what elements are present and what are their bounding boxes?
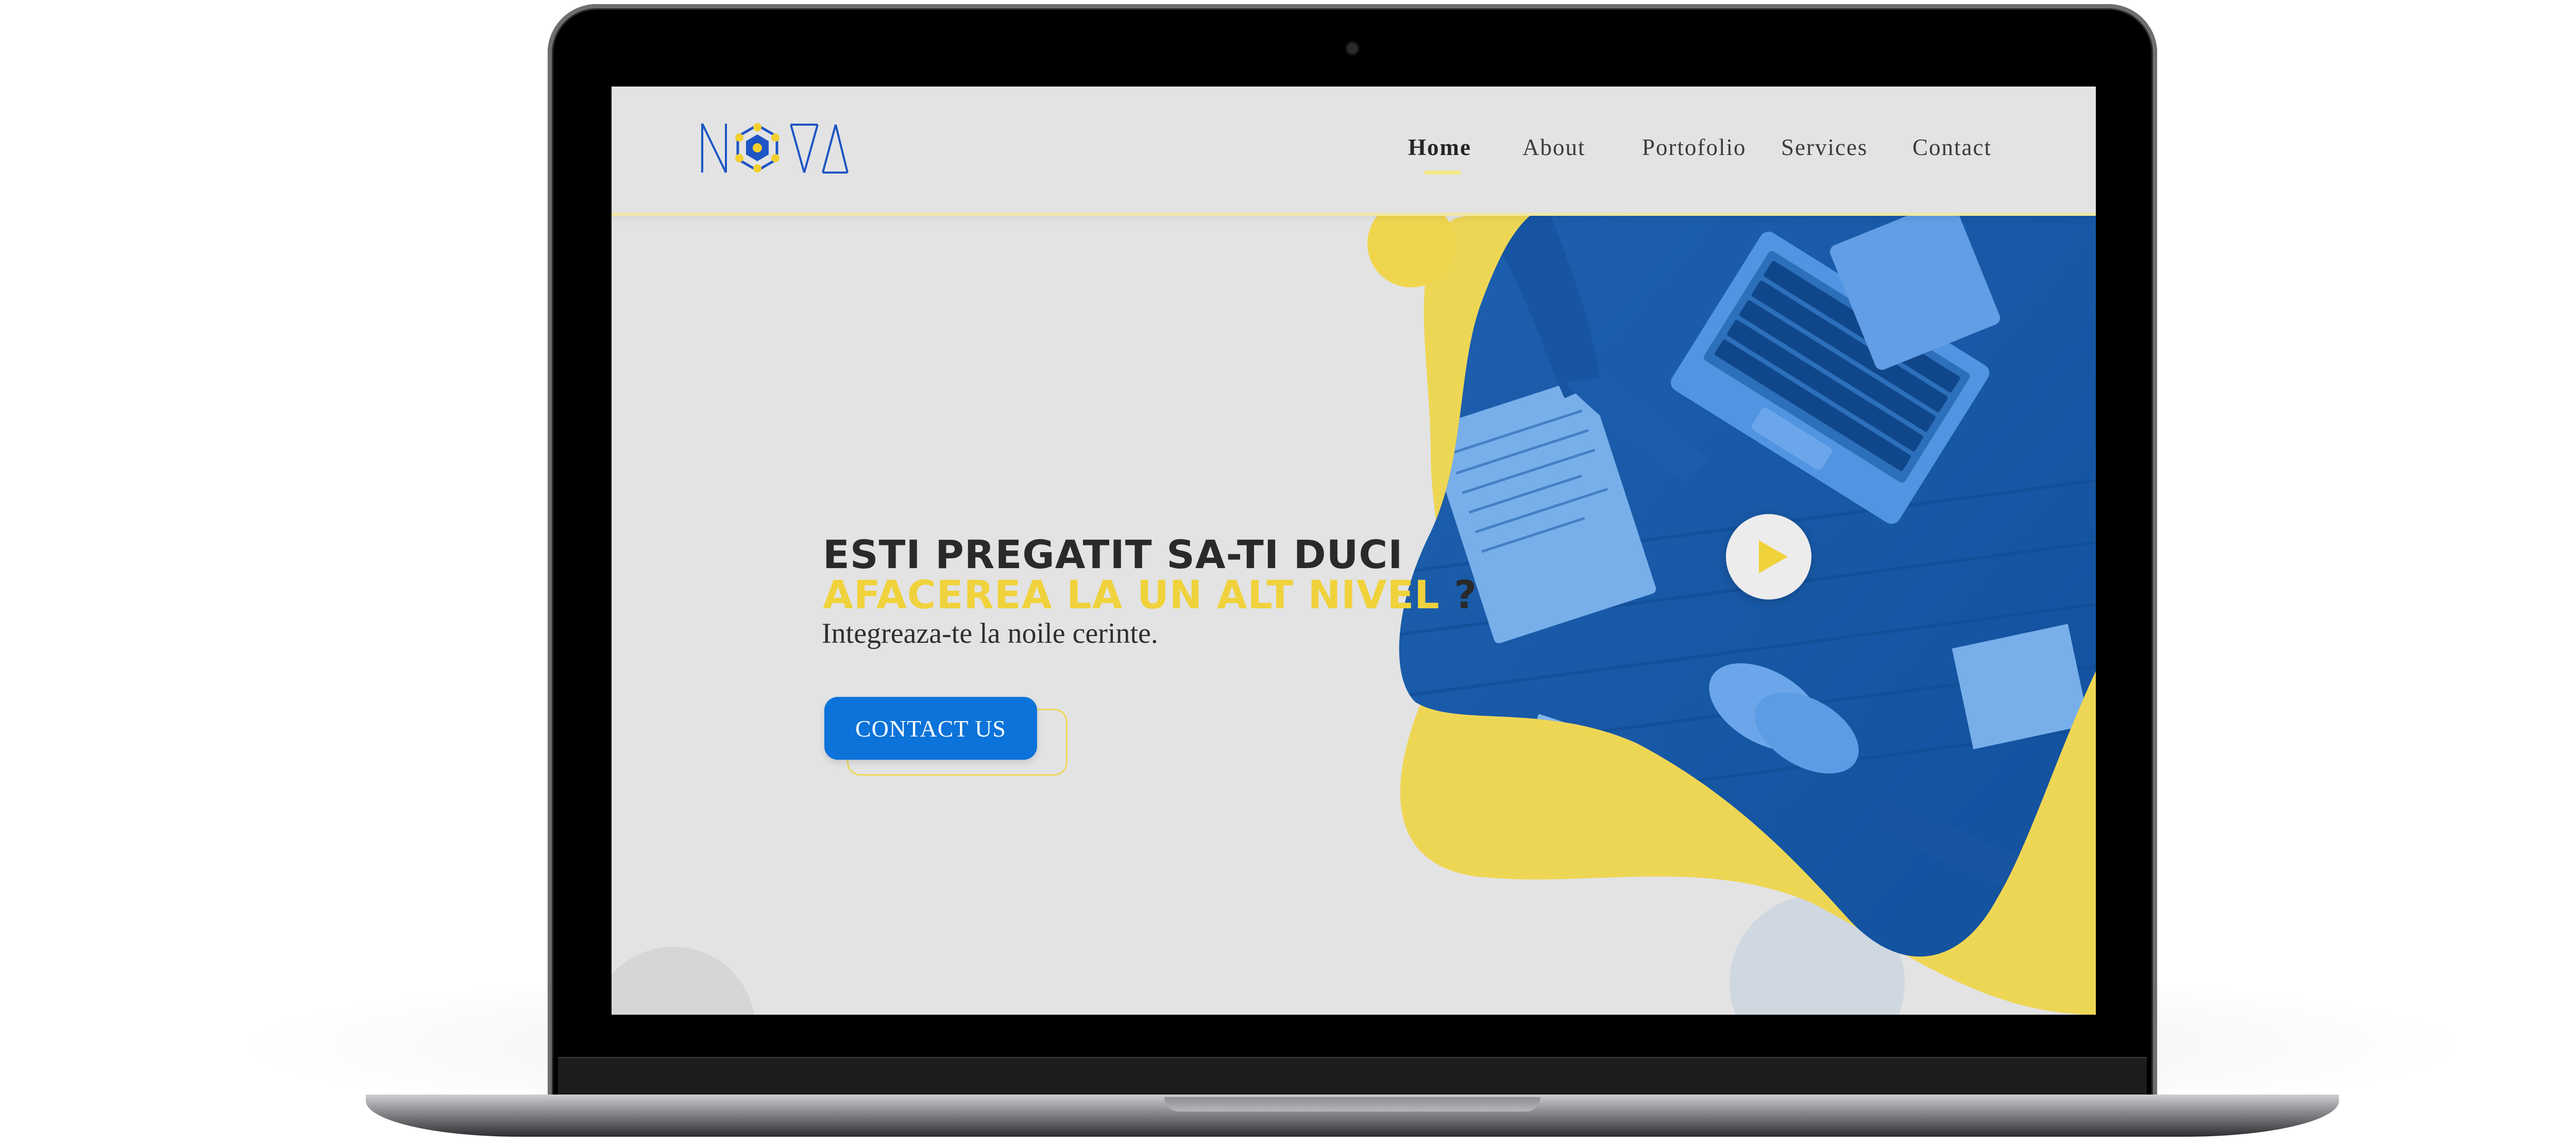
contact-us-button[interactable]: CONTACT US bbox=[824, 697, 1037, 760]
hero-heading-accent: AFACEREA LA UN ALT NIVEL bbox=[823, 572, 1440, 618]
play-video-button[interactable] bbox=[1726, 514, 1811, 600]
laptop-bezel-bottom bbox=[558, 1057, 2147, 1100]
active-nav-indicator bbox=[1424, 170, 1461, 175]
hero-image bbox=[1399, 213, 2096, 1015]
nav-item-about[interactable]: About bbox=[1522, 134, 1586, 161]
hero-heading-line1: ESTI PREGATIT SA-TI DUCI bbox=[823, 532, 1403, 577]
webcam bbox=[1347, 43, 1358, 54]
nova-logo-icon[interactable] bbox=[699, 118, 849, 178]
hero-subtitle: Integreaza-te la noile cerinte. bbox=[822, 618, 1158, 650]
nav-item-home[interactable]: Home bbox=[1408, 134, 1471, 161]
nav-item-portofolio[interactable]: Portofolio bbox=[1642, 134, 1747, 161]
hero-heading-suffix: ? bbox=[1439, 572, 1478, 618]
website-screen: Home About Portofolio Services Contact E… bbox=[612, 87, 2096, 1015]
nav-item-contact[interactable]: Contact bbox=[1912, 134, 1992, 161]
nav-item-services[interactable]: Services bbox=[1781, 134, 1868, 161]
laptop-notch bbox=[1164, 1097, 1540, 1112]
decorative-circle bbox=[612, 947, 756, 1015]
hero-heading: ESTI PREGATIT SA-TI DUCI AFACEREA LA UN … bbox=[823, 535, 1477, 615]
navbar: Home About Portofolio Services Contact bbox=[612, 87, 2096, 216]
play-icon bbox=[1759, 540, 1788, 573]
